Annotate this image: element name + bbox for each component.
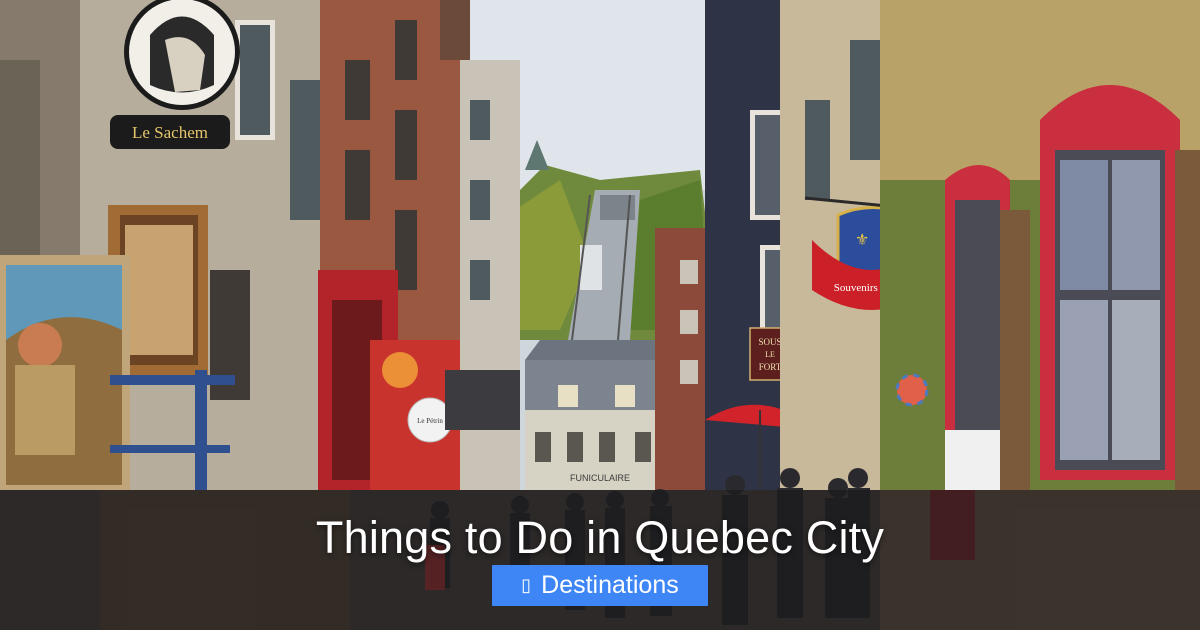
hero-card[interactable]: FUNICULAIRE Le Sachem Le Pétrin SOUS LE …: [0, 0, 1200, 630]
sous-le-fort-sign-line1: SOUS: [758, 337, 781, 347]
funiculaire-sign: FUNICULAIRE: [570, 473, 630, 483]
article-title[interactable]: Things to Do in Quebec City: [0, 512, 1200, 564]
category-badge[interactable]: ▯ Destinations: [492, 565, 708, 606]
round-shop-sign: Le Pétrin: [417, 417, 443, 425]
svg-text:⚜: ⚜: [855, 230, 869, 249]
folder-icon: ▯: [521, 575, 532, 596]
sous-le-fort-sign-line3: FORT: [759, 362, 782, 372]
category-label: Destinations: [541, 571, 679, 599]
sous-le-fort-sign-line2: LE: [765, 350, 775, 359]
le-sachem-sign: Le Sachem: [132, 123, 208, 142]
